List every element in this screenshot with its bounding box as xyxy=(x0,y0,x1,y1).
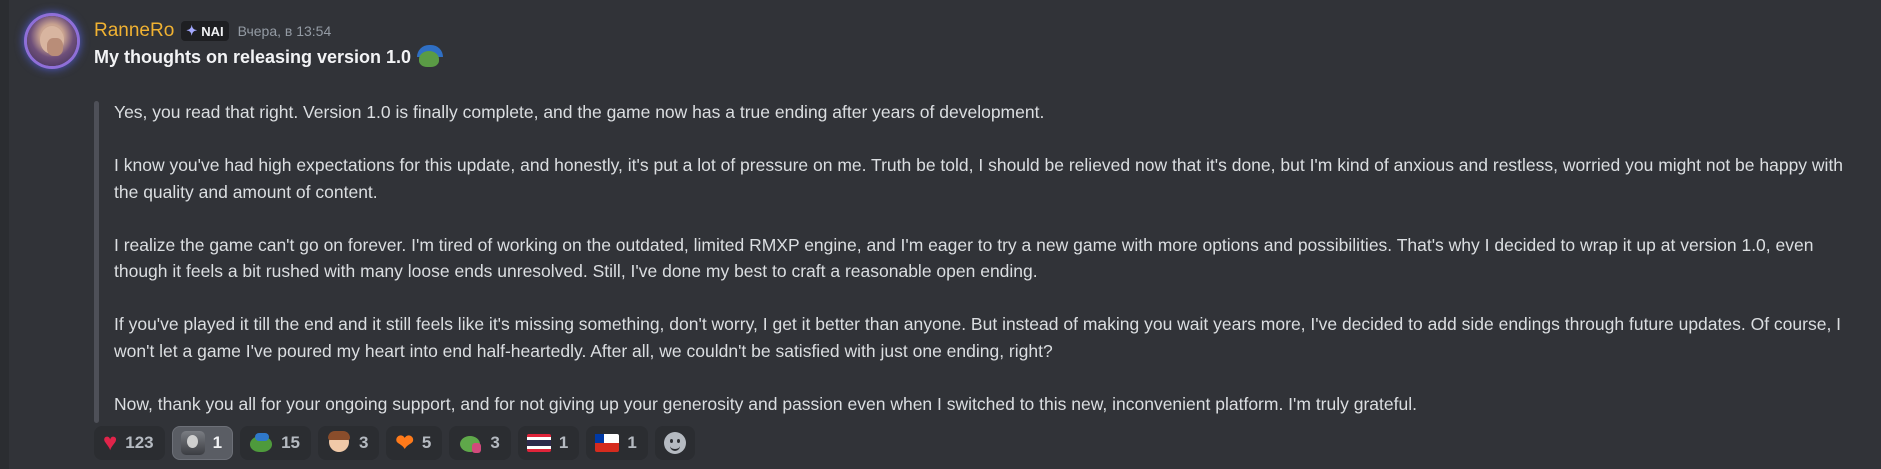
message-header: RanneRo ✦ NAI Вчера, в 13:54 xyxy=(94,18,331,44)
avatar-emoji-icon xyxy=(180,431,205,455)
left-edge xyxy=(0,0,9,469)
flag-chile-icon xyxy=(595,434,620,452)
reaction-count: 1 xyxy=(627,433,637,452)
blockquote-bar xyxy=(94,101,99,423)
paragraph-2: I know you've had high expectations for … xyxy=(114,155,1844,202)
username[interactable]: RanneRo xyxy=(94,20,174,42)
message-title: My thoughts on releasing version 1.0 xyxy=(94,44,444,70)
add-reaction-icon xyxy=(663,432,686,454)
paragraph-1: Yes, you read that right. Version 1.0 is… xyxy=(114,102,1045,122)
reaction-frog-umbrella[interactable]: 15 xyxy=(240,426,312,460)
reaction-heart[interactable]: ♥ 123 xyxy=(94,426,165,460)
reaction-avatar[interactable]: 1 xyxy=(171,426,234,460)
avatar[interactable] xyxy=(27,16,77,66)
reaction-flag-chile[interactable]: 1 xyxy=(586,426,648,460)
paragraph-4: If you've played it till the end and it … xyxy=(114,314,1842,361)
reaction-anime-face[interactable]: 3 xyxy=(318,426,380,460)
reaction-count: 123 xyxy=(125,433,154,452)
reaction-fire-heart[interactable]: ❤ 5 xyxy=(386,426,443,460)
reaction-count: 1 xyxy=(212,433,223,452)
pepe-umbrella-emoji-icon xyxy=(417,45,444,69)
flag-thailand-icon xyxy=(526,434,551,452)
paragraph-3: I realize the game can't go on forever. … xyxy=(114,234,1814,282)
guild-tag[interactable]: ✦ NAI xyxy=(181,21,229,41)
reaction-count: 1 xyxy=(558,433,569,452)
heart-icon: ♥ xyxy=(103,429,118,456)
frog-umbrella-icon xyxy=(249,431,273,455)
reaction-flag-thailand[interactable]: 1 xyxy=(517,426,580,460)
pepe-cup-icon xyxy=(458,431,482,455)
reaction-count: 3 xyxy=(359,433,369,452)
blockquote: Yes, you read that right. Version 1.0 is… xyxy=(114,99,1854,417)
add-reaction-button[interactable] xyxy=(654,426,695,460)
guild-tag-icon: ✦ xyxy=(186,23,198,38)
guild-tag-label: NAI xyxy=(201,23,224,39)
reactions-bar: ♥ 123 1 15 3 ❤ 5 3 1 1 xyxy=(94,426,695,462)
avatar-hand xyxy=(47,38,63,56)
timestamp[interactable]: Вчера, в 13:54 xyxy=(238,23,332,39)
fire-heart-icon: ❤ xyxy=(395,430,414,455)
anime-face-icon xyxy=(327,431,351,455)
reaction-count: 15 xyxy=(281,433,301,452)
message-title-text: My thoughts on releasing version 1.0 xyxy=(94,46,412,67)
reaction-pepe-cup[interactable]: 3 xyxy=(449,426,511,460)
reaction-count: 3 xyxy=(490,433,500,452)
reaction-count: 5 xyxy=(421,433,432,452)
paragraph-5: Now, thank you all for your ongoing supp… xyxy=(114,393,1417,414)
